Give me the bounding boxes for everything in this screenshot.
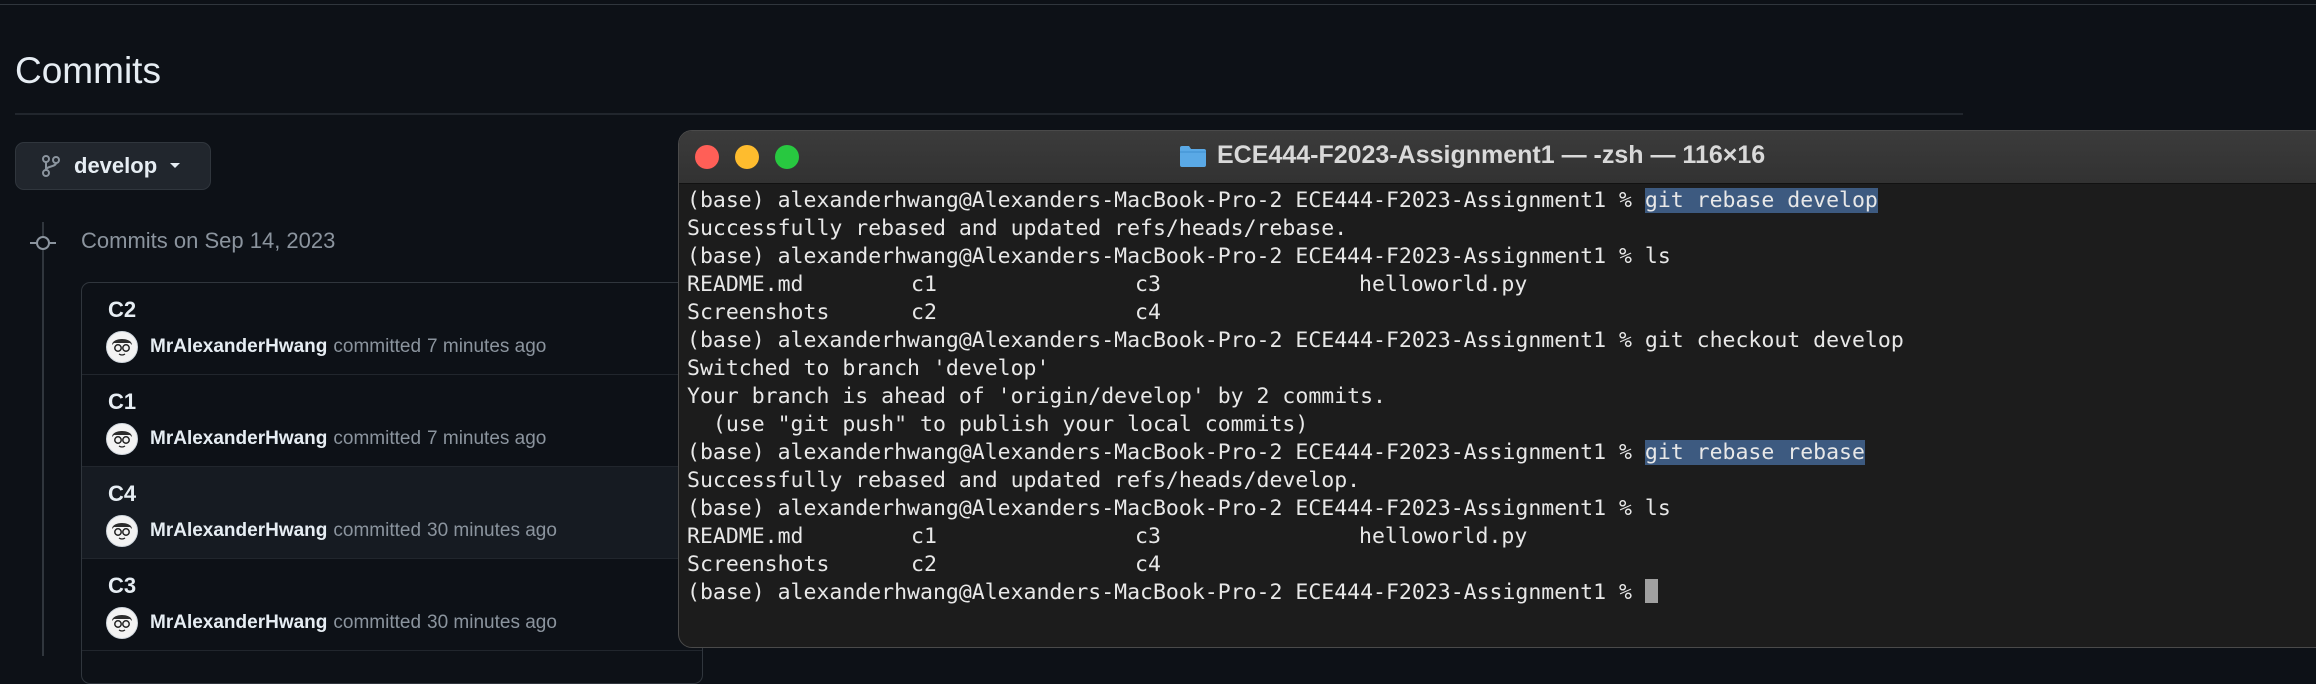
commit-meta: MrAlexanderHwang committed 7 minutes ago xyxy=(106,331,546,363)
commit-verb: committed xyxy=(333,520,422,541)
avatar-face-icon xyxy=(112,339,132,356)
avatar[interactable] xyxy=(106,607,138,639)
git-branch-icon xyxy=(42,155,60,177)
terminal-line: Successfully rebased and updated refs/he… xyxy=(687,216,1348,241)
avatar-face-icon xyxy=(112,615,132,632)
terminal-line: (base) alexanderhwang@Alexanders-MacBook… xyxy=(687,439,2316,467)
terminal-title: ECE444-F2023-Assignment1 — -zsh — 116×16 xyxy=(1179,141,1765,170)
avatar[interactable] xyxy=(106,515,138,547)
terminal-titlebar[interactable]: ECE444-F2023-Assignment1 — -zsh — 116×16 xyxy=(679,131,2316,184)
author-link[interactable]: MrAlexanderHwang xyxy=(150,520,327,542)
zoom-window-button[interactable] xyxy=(775,145,799,169)
author-link[interactable]: MrAlexanderHwang xyxy=(150,336,327,358)
folder-icon xyxy=(1180,145,1206,167)
ls-entry: c2 xyxy=(911,300,937,325)
terminal-line: README.md c1 c3 helloworld.py xyxy=(687,271,2316,299)
commit-row[interactable]: C1 MrAlexanderHwang committed 7 minutes … xyxy=(82,375,702,467)
ls-entry: c3 xyxy=(1135,272,1161,297)
ls-entry: c1 xyxy=(911,272,937,297)
commit-list: C2 MrAlexanderHwang committed 7 minutes … xyxy=(81,282,703,684)
shell-prompt: (base) alexanderhwang@Alexanders-MacBook… xyxy=(687,496,1645,521)
commit-title-link[interactable]: C2 xyxy=(108,297,136,323)
shell-prompt: (base) alexanderhwang@Alexanders-MacBook… xyxy=(687,188,1645,213)
avatar-face-icon xyxy=(112,431,132,448)
ls-entry: README.md xyxy=(687,524,804,549)
ls-entry: README.md xyxy=(687,272,804,297)
commit-node-icon xyxy=(30,236,56,250)
shell-prompt: (base) alexanderhwang@Alexanders-MacBook… xyxy=(687,440,1645,465)
branch-selector-button[interactable]: develop xyxy=(15,142,211,190)
branch-name: develop xyxy=(74,153,158,178)
text-cursor xyxy=(1644,579,1658,603)
commit-group-heading: Commits on Sep 14, 2023 xyxy=(81,228,336,253)
commit-time: 30 minutes ago xyxy=(427,612,557,633)
terminal-line: Switched to branch 'develop' xyxy=(687,356,1050,381)
commit-meta: MrAlexanderHwang committed 7 minutes ago xyxy=(106,423,546,455)
terminal-line: (base) alexanderhwang@Alexanders-MacBook… xyxy=(687,327,2316,355)
commit-row[interactable]: C3 MrAlexanderHwang committed 30 minutes… xyxy=(82,559,702,651)
ls-entry: c4 xyxy=(1135,300,1161,325)
avatar[interactable] xyxy=(106,423,138,455)
commit-title-link[interactable]: C3 xyxy=(108,573,136,599)
ls-entry: helloworld.py xyxy=(1359,524,1528,549)
commit-time: 7 minutes ago xyxy=(427,428,547,449)
ls-entry: c2 xyxy=(911,552,937,577)
terminal-command-selected: git rebase develop xyxy=(1644,188,1878,213)
avatar[interactable] xyxy=(106,331,138,363)
terminal-output[interactable]: (base) alexanderhwang@Alexanders-MacBook… xyxy=(687,187,2316,607)
terminal-line: (base) alexanderhwang@Alexanders-MacBook… xyxy=(687,495,2316,523)
shell-prompt: (base) alexanderhwang@Alexanders-MacBook… xyxy=(687,328,1645,353)
terminal-line: Screenshots c2 c4 xyxy=(687,551,2316,579)
author-link[interactable]: MrAlexanderHwang xyxy=(150,612,327,634)
terminal-line: Screenshots c2 c4 xyxy=(687,299,2316,327)
shell-prompt: (base) alexanderhwang@Alexanders-MacBook… xyxy=(687,580,1645,605)
terminal-command: git checkout develop xyxy=(1644,328,1904,353)
terminal-title-text: ECE444-F2023-Assignment1 — -zsh — 116×16 xyxy=(1217,141,1766,169)
commit-title-link[interactable]: C4 xyxy=(108,481,136,507)
terminal-command-selected: git rebase rebase xyxy=(1644,440,1865,465)
commit-row[interactable]: C2 MrAlexanderHwang committed 7 minutes … xyxy=(82,283,702,375)
commit-verb: committed xyxy=(333,428,422,449)
terminal-line: (base) alexanderhwang@Alexanders-MacBook… xyxy=(687,187,2316,215)
title-divider xyxy=(15,113,1963,115)
top-divider xyxy=(0,4,2316,5)
terminal-line: README.md c1 c3 helloworld.py xyxy=(687,523,2316,551)
ls-entry: c4 xyxy=(1135,552,1161,577)
avatar-face-icon xyxy=(112,523,132,540)
terminal-line: (base) alexanderhwang@Alexanders-MacBook… xyxy=(687,243,2316,271)
commit-title-link[interactable]: C1 xyxy=(108,389,136,415)
commit-row[interactable]: C4 MrAlexanderHwang committed 30 minutes… xyxy=(82,467,702,559)
author-link[interactable]: MrAlexanderHwang xyxy=(150,428,327,450)
ls-entry: helloworld.py xyxy=(1359,272,1528,297)
commit-verb: committed xyxy=(333,336,422,357)
caret-down-icon xyxy=(170,163,181,168)
ls-entry: Screenshots xyxy=(687,300,830,325)
commit-time: 7 minutes ago xyxy=(427,336,547,357)
terminal-line[interactable]: (base) alexanderhwang@Alexanders-MacBook… xyxy=(687,579,2316,607)
terminal-window[interactable]: ECE444-F2023-Assignment1 — -zsh — 116×16… xyxy=(678,130,2316,648)
ls-entry: c1 xyxy=(911,524,937,549)
timeline-line xyxy=(42,222,44,656)
commit-time: 30 minutes ago xyxy=(427,520,557,541)
terminal-command: ls xyxy=(1644,244,1671,269)
terminal-line: Successfully rebased and updated refs/he… xyxy=(687,468,1361,493)
ls-entry: Screenshots xyxy=(687,552,830,577)
ls-entry: c3 xyxy=(1135,524,1161,549)
close-window-button[interactable] xyxy=(695,145,719,169)
minimize-window-button[interactable] xyxy=(735,145,759,169)
commit-meta: MrAlexanderHwang committed 30 minutes ag… xyxy=(106,607,557,639)
terminal-command: ls xyxy=(1644,496,1671,521)
commit-verb: committed xyxy=(333,612,422,633)
page-title: Commits xyxy=(15,50,161,91)
terminal-line: Your branch is ahead of 'origin/develop'… xyxy=(687,384,1386,409)
terminal-line: (use "git push" to publish your local co… xyxy=(687,412,1309,437)
shell-prompt: (base) alexanderhwang@Alexanders-MacBook… xyxy=(687,244,1645,269)
commit-meta: MrAlexanderHwang committed 30 minutes ag… xyxy=(106,515,557,547)
